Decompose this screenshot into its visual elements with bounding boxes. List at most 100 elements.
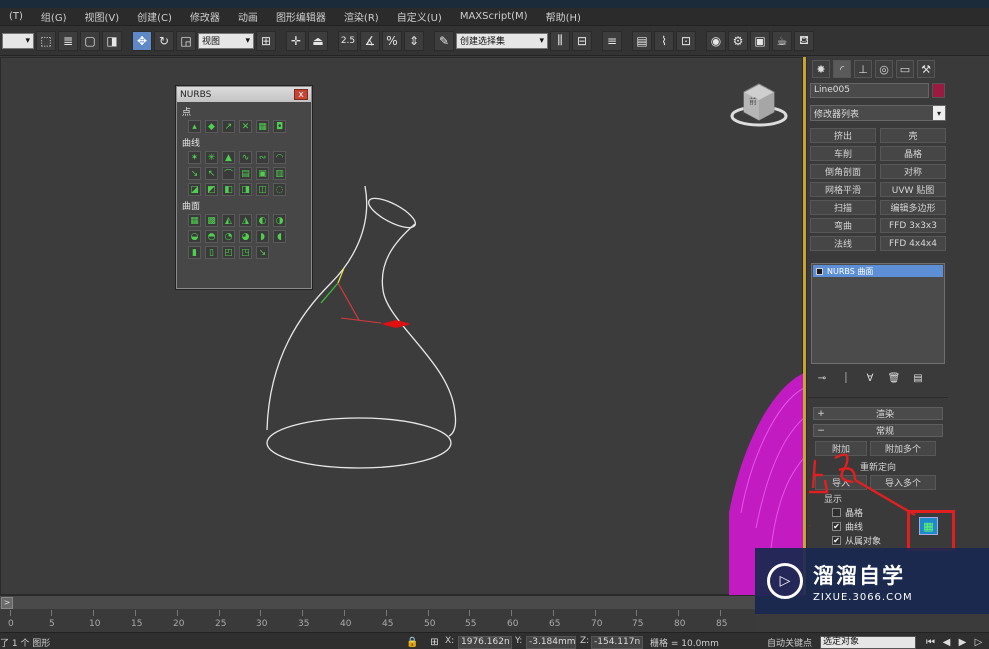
make-unique-icon[interactable]: ∀ [862, 371, 878, 385]
window-crossing-icon[interactable]: ◨ [102, 30, 122, 51]
lock-icon[interactable]: 🔒 [406, 636, 419, 649]
curve-tool-icon[interactable]: ◪ [188, 183, 201, 196]
surface-tool-icon[interactable]: ▮ [188, 246, 201, 259]
menu-item[interactable]: 视图(V) [75, 9, 128, 24]
modifier-list-dropdown[interactable]: 修改器列表 ▾ [810, 105, 946, 121]
object-color-swatch[interactable] [932, 83, 945, 98]
surface-tool-icon[interactable]: ▩ [205, 214, 218, 227]
menu-item[interactable]: MAXScript(M) [451, 11, 537, 22]
surface-tool-icon[interactable]: ◰ [222, 246, 235, 259]
snap-toggle-icon[interactable]: 2.5 [338, 30, 358, 51]
menu-item[interactable]: 修改器 [181, 9, 229, 24]
rendered-frame-icon[interactable]: ▣ [750, 30, 770, 51]
point-tool-icon[interactable]: ◆ [205, 120, 218, 133]
nurbs-title-bar[interactable]: NURBS x [177, 87, 311, 102]
pin-stack-icon[interactable]: ⊸ [814, 371, 830, 385]
point-tool-icon[interactable]: ✕ [239, 120, 252, 133]
create-surfaces-icon[interactable]: ▦ [919, 517, 938, 535]
time-slider[interactable]: > [0, 595, 755, 609]
hierarchy-tab-icon[interactable]: ⊥ [854, 60, 872, 78]
curve-tool-icon[interactable]: ↖ [205, 167, 218, 180]
surface-tool-icon[interactable]: ◑ [273, 214, 286, 227]
key-filter-dropdown[interactable]: 选定对象 [820, 636, 916, 649]
curve-tool-icon[interactable]: ◧ [222, 183, 235, 196]
surface-tool-icon[interactable]: ◕ [239, 230, 252, 243]
manipulate-icon[interactable]: ✛ [286, 30, 306, 51]
graphite-tools-icon[interactable]: ▤ [632, 30, 652, 51]
curve-tool-icon[interactable]: ◫ [256, 183, 269, 196]
modifier-button[interactable]: 挤出 [810, 128, 876, 143]
surface-tool-icon[interactable]: ◖ [273, 230, 286, 243]
show-end-result-icon[interactable]: ⏐ [838, 371, 854, 385]
rect-selection-icon[interactable]: ▢ [80, 30, 100, 51]
autokey-label[interactable]: 自动关键点 [767, 636, 812, 649]
display-tab-icon[interactable]: ▭ [896, 60, 914, 78]
utilities-tab-icon[interactable]: ⚒ [917, 60, 935, 78]
curve-tool-icon[interactable]: ▤ [239, 167, 252, 180]
viewcube[interactable]: 前 [730, 80, 788, 130]
close-icon[interactable]: x [294, 89, 308, 100]
rotate-icon[interactable]: ↻ [154, 30, 174, 51]
menu-item[interactable]: 动画 [229, 9, 267, 24]
object-name-field[interactable]: Line005 [810, 83, 929, 98]
dependents-checkbox[interactable]: ✔ 从属对象 [832, 534, 881, 547]
modifier-button[interactable]: FFD 3x3x3 [880, 218, 946, 233]
curve-tool-icon[interactable]: ▥ [273, 167, 286, 180]
z-coordinate-field[interactable]: -154.117n [591, 636, 643, 649]
angle-snap-icon[interactable]: ∡ [360, 30, 380, 51]
menu-item[interactable]: 创建(C) [128, 9, 181, 24]
point-tool-icon[interactable]: ↗ [222, 120, 235, 133]
motion-tab-icon[interactable]: ◎ [875, 60, 893, 78]
go-to-start-icon[interactable]: ⏮ [924, 636, 937, 649]
modifier-button[interactable]: 弯曲 [810, 218, 876, 233]
surface-tool-icon[interactable]: ◐ [256, 214, 269, 227]
curve-tool-icon[interactable]: ✳ [205, 151, 218, 164]
select-by-name-icon[interactable]: ≣ [58, 30, 78, 51]
stack-item-nurbs-surface[interactable]: NURBS 曲面 [813, 265, 943, 277]
menu-item[interactable]: 自定义(U) [388, 9, 451, 24]
curve-tool-icon[interactable]: ◩ [205, 183, 218, 196]
modifier-button[interactable]: 壳 [880, 128, 946, 143]
create-tab-icon[interactable]: ✸ [812, 60, 830, 78]
menu-item[interactable]: (T) [0, 11, 32, 22]
surface-tool-icon[interactable]: ◳ [239, 246, 252, 259]
curve-tool-icon[interactable]: ▲ [222, 151, 235, 164]
modifier-button[interactable]: 倒角剖面 [810, 164, 876, 179]
modifier-button[interactable]: 晶格 [880, 146, 946, 161]
curve-tool-icon[interactable]: ↘ [188, 167, 201, 180]
configure-sets-icon[interactable]: ▤ [910, 371, 926, 385]
play-icon[interactable]: ▶ [956, 636, 969, 649]
curve-tool-icon[interactable]: ⌒ [222, 167, 235, 180]
menu-item[interactable]: 渲染(R) [335, 9, 388, 24]
modifier-button[interactable]: 编辑多边形 [880, 200, 946, 215]
keyboard-shortcut-icon[interactable]: ⏏ [308, 30, 328, 51]
curve-tool-icon[interactable]: ◨ [239, 183, 252, 196]
reference-coord-dropdown[interactable]: 视图 ▾ [198, 32, 254, 49]
y-coordinate-field[interactable]: -3.184mm [526, 636, 576, 649]
modify-tab-icon[interactable]: ◜ [833, 60, 851, 78]
rollout-general[interactable]: − 常规 [813, 424, 943, 437]
render-icon[interactable]: ☕ [772, 30, 792, 51]
rollout-render[interactable]: + 渲染 [813, 407, 943, 420]
modifier-button[interactable]: 扫描 [810, 200, 876, 215]
align-icon[interactable]: ⊟ [572, 30, 592, 51]
scale-icon[interactable]: ◲ [176, 30, 196, 51]
edit-named-sel-icon[interactable]: ✎ [434, 30, 454, 51]
named-selection-dropdown[interactable]: 创建选择集 ▾ [456, 32, 548, 49]
modifier-button[interactable]: UVW 贴图 [880, 182, 946, 197]
next-frame-icon[interactable]: ▷ [972, 636, 985, 649]
surface-tool-icon[interactable]: ◒ [188, 230, 201, 243]
menu-item[interactable]: 图形编辑器 [267, 9, 335, 24]
mirror-icon[interactable]: ⫼ [550, 30, 570, 51]
point-tool-icon[interactable]: ▴ [188, 120, 201, 133]
transform-mode-icon[interactable]: ⊞ [428, 636, 441, 649]
surface-tool-icon[interactable]: ◔ [222, 230, 235, 243]
move-icon[interactable]: ✥ [132, 30, 152, 51]
perspective-viewport[interactable] [0, 57, 804, 596]
spinner-snap-icon[interactable]: ⇕ [404, 30, 424, 51]
remove-modifier-icon[interactable]: 🗑 [886, 371, 902, 385]
percent-snap-icon[interactable]: % [382, 30, 402, 51]
curve-tool-icon[interactable]: ◌ [273, 183, 286, 196]
modifier-button[interactable]: 网格平滑 [810, 182, 876, 197]
previous-frame-icon[interactable]: ◀ [940, 636, 953, 649]
